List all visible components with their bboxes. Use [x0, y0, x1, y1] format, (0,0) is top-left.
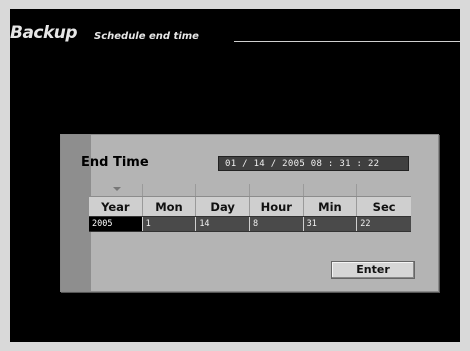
enter-button[interactable]: Enter	[331, 261, 415, 279]
selector-cell-year[interactable]	[89, 184, 143, 196]
year-field[interactable]: 2005	[89, 217, 143, 231]
column-header-sec: Sec	[372, 200, 396, 214]
minute-field[interactable]: 31	[304, 217, 358, 231]
selector-row	[89, 184, 411, 196]
column-header-year: Year	[89, 197, 143, 216]
hour-field[interactable]: 8	[250, 217, 304, 231]
column-header-row: Year Mon Day Hour Min Sec	[89, 196, 411, 216]
month-field[interactable]: 1	[143, 217, 197, 231]
second-field[interactable]: 22	[357, 217, 411, 231]
header-divider	[234, 41, 460, 42]
down-arrow-icon	[113, 187, 121, 191]
column-header-min: Min	[304, 197, 358, 216]
screen: Backup Schedule end time End Time 01 / 1…	[10, 9, 460, 342]
datetime-grid: Year Mon Day Hour Min Sec 2005 1 14 8 31…	[89, 184, 411, 232]
page-subtitle: Schedule end time	[94, 31, 199, 42]
selector-cell-min[interactable]	[304, 184, 358, 196]
datetime-display: 01 / 14 / 2005 08 : 31 : 22	[218, 156, 409, 171]
dialog-title: End Time	[81, 155, 149, 170]
selector-cell-sec[interactable]	[357, 184, 411, 196]
column-header-day: Day	[196, 197, 250, 216]
page-title: Backup	[10, 23, 78, 43]
day-field[interactable]: 14	[196, 217, 250, 231]
value-row: 2005 1 14 8 31 22	[89, 216, 411, 232]
column-header-mon: Mon	[143, 197, 197, 216]
selector-cell-day[interactable]	[196, 184, 250, 196]
column-header-hour: Hour	[250, 197, 304, 216]
selector-cell-hour[interactable]	[250, 184, 304, 196]
selector-cell-mon[interactable]	[143, 184, 197, 196]
end-time-dialog: End Time 01 / 14 / 2005 08 : 31 : 22 Yea…	[60, 134, 439, 292]
